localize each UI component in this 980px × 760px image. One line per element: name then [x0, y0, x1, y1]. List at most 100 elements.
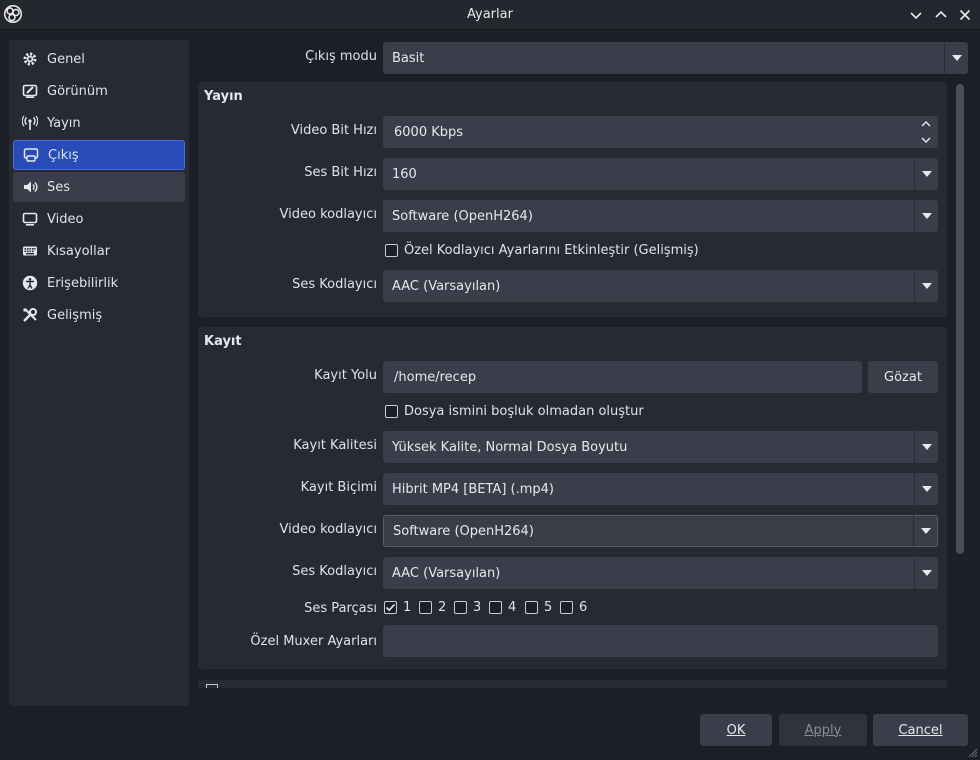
window-title: Ayarlar	[467, 7, 513, 22]
chevron-down-icon	[914, 557, 938, 589]
audio-track-label: 1	[403, 600, 412, 615]
ok-button[interactable]: OK	[700, 714, 772, 746]
recording-audio-encoder-value: AAC (Varsayılan)	[392, 565, 501, 581]
custom-encoder-checkbox[interactable]: Özel Kodlayıcı Ayarlarını Etkinleştir (G…	[385, 243, 699, 258]
audio-track-5-checkbox[interactable]: 5	[525, 600, 552, 615]
chevron-down-icon	[914, 431, 938, 463]
recording-video-encoder-label: Video kodlayıcı	[279, 522, 377, 537]
sidebar-item-label: Erişebilirlik	[47, 275, 119, 291]
speaker-icon	[22, 179, 38, 195]
audio-track-3-checkbox[interactable]: 3	[454, 600, 481, 615]
audio-bitrate-value: 160	[392, 166, 417, 182]
sidebar-item-yayin[interactable]: Yayın	[13, 108, 185, 138]
cancel-button[interactable]: Cancel	[873, 714, 968, 746]
sidebar-item-kisayollar[interactable]: Kısayollar	[13, 236, 185, 266]
apply-button[interactable]: Apply	[779, 714, 867, 746]
recording-video-encoder-value: Software (OpenH264)	[393, 523, 534, 539]
audio-track-2-checkbox[interactable]: 2	[419, 600, 446, 615]
audio-track-6-checkbox[interactable]: 6	[560, 600, 587, 615]
browse-button[interactable]: Gözat	[868, 361, 938, 393]
recording-format-label: Kayıt Biçimi	[300, 480, 377, 495]
checkbox-box	[419, 601, 432, 614]
sidebar-item-gelismis[interactable]: Gelişmiş	[13, 300, 185, 330]
sidebar-item-genel[interactable]: Genel	[13, 44, 185, 74]
recording-audio-encoder-select[interactable]: AAC (Varsayılan)	[383, 557, 938, 589]
chevron-down-icon	[914, 158, 938, 190]
chevron-down-icon	[913, 515, 937, 547]
tools-icon	[22, 307, 38, 323]
stream-video-encoder-select[interactable]: Software (OpenH264)	[383, 200, 938, 232]
chevron-down-icon	[914, 270, 938, 302]
muxer-settings-input[interactable]	[383, 625, 938, 657]
appearance-icon	[22, 83, 38, 99]
stream-video-encoder-value: Software (OpenH264)	[392, 208, 533, 224]
recording-path-input[interactable]: /home/recep	[383, 361, 862, 393]
close-icon[interactable]	[957, 7, 973, 23]
sidebar-item-gorunum[interactable]: Görünüm	[13, 76, 185, 106]
audio-track-4-checkbox[interactable]: 4	[489, 600, 516, 615]
chevron-down-icon	[914, 200, 938, 232]
sidebar-item-erisebilirlik[interactable]: Erişebilirlik	[13, 268, 185, 298]
recording-video-encoder-select[interactable]: Software (OpenH264)	[383, 515, 938, 547]
monitor-icon	[22, 211, 38, 227]
video-bitrate-spinbox[interactable]: 6000 Kbps	[383, 116, 938, 148]
chevron-down-icon	[944, 42, 968, 74]
minimize-chevron-icon[interactable]	[908, 7, 924, 23]
audio-track-1-checkbox[interactable]: 1	[384, 600, 411, 615]
stream-audio-encoder-select[interactable]: AAC (Varsayılan)	[383, 270, 938, 302]
spin-buttons[interactable]	[914, 116, 938, 148]
checkbox-box	[454, 601, 467, 614]
checkbox-box	[385, 405, 398, 418]
video-bitrate-label: Video Bit Hızı	[290, 123, 377, 138]
recording-quality-select[interactable]: Yüksek Kalite, Normal Dosya Boyutu	[383, 431, 938, 463]
output-mode-select[interactable]: Basit	[383, 42, 968, 74]
audio-track-label: 2	[438, 600, 447, 615]
checkbox-box	[384, 601, 397, 614]
no-space-filename-label: Dosya ismini boşluk olmadan oluştur	[404, 404, 644, 419]
apply-button-label: Apply	[804, 722, 842, 738]
settings-scrollbar[interactable]	[956, 84, 964, 688]
custom-encoder-label: Özel Kodlayıcı Ayarlarını Etkinleştir (G…	[404, 243, 699, 258]
audio-track-label: 3	[473, 600, 482, 615]
sidebar-item-label: Ses	[47, 179, 71, 195]
audio-track-label: 4	[508, 600, 517, 615]
checkbox-box	[560, 601, 573, 614]
recording-path-label: Kayıt Yolu	[314, 368, 377, 383]
output-mode-label: Çıkış modu	[305, 49, 377, 64]
next-section-partial	[198, 680, 947, 688]
sidebar-item-video[interactable]: Video	[13, 204, 185, 234]
maximize-chevron-icon[interactable]	[933, 7, 949, 23]
partial-checkbox[interactable]	[206, 684, 218, 688]
sidebar-item-cikis[interactable]: Çıkış	[13, 140, 185, 170]
sidebar-item-label: Gelişmiş	[47, 307, 103, 323]
sidebar-item-label: Yayın	[47, 115, 81, 131]
sidebar-item-ses[interactable]: Ses	[13, 172, 185, 202]
scrollbar-thumb[interactable]	[956, 84, 964, 554]
stream-audio-encoder-label: Ses Kodlayıcı	[292, 277, 377, 292]
output-mode-value: Basit	[392, 50, 425, 66]
no-space-filename-checkbox[interactable]: Dosya ismini boşluk olmadan oluştur	[385, 404, 644, 419]
sidebar-item-label: Video	[47, 211, 84, 227]
audio-track-label: 5	[544, 600, 553, 615]
stream-audio-encoder-value: AAC (Varsayılan)	[392, 278, 501, 294]
sidebar-item-label: Genel	[47, 51, 85, 67]
audio-track-label: 6	[579, 600, 588, 615]
audio-bitrate-label: Ses Bit Hızı	[304, 165, 377, 180]
settings-sidebar: Genel Görünüm Yayın Çıkış Ses Video Kısa…	[9, 40, 189, 706]
sidebar-item-label: Çıkış	[48, 147, 79, 163]
recording-format-select[interactable]: Hibrit MP4 [BETA] (.mp4)	[383, 473, 938, 505]
audio-tracks-label: Ses Parçası	[304, 601, 377, 616]
recording-path-value: /home/recep	[394, 369, 477, 385]
title-bar: Ayarlar	[0, 0, 980, 30]
recording-format-value: Hibrit MP4 [BETA] (.mp4)	[392, 481, 554, 497]
audio-bitrate-select[interactable]: 160	[383, 158, 938, 190]
cancel-button-label: Cancel	[898, 722, 943, 738]
checkbox-box	[489, 601, 502, 614]
muxer-settings-label: Özel Muxer Ayarları	[250, 634, 377, 649]
accessibility-icon	[22, 275, 38, 291]
section-title: Kayıt	[204, 334, 242, 349]
keyboard-icon	[22, 243, 38, 259]
sidebar-item-label: Kısayollar	[47, 243, 111, 259]
checkbox-box	[385, 244, 398, 257]
resize-grip-icon[interactable]	[966, 746, 978, 758]
